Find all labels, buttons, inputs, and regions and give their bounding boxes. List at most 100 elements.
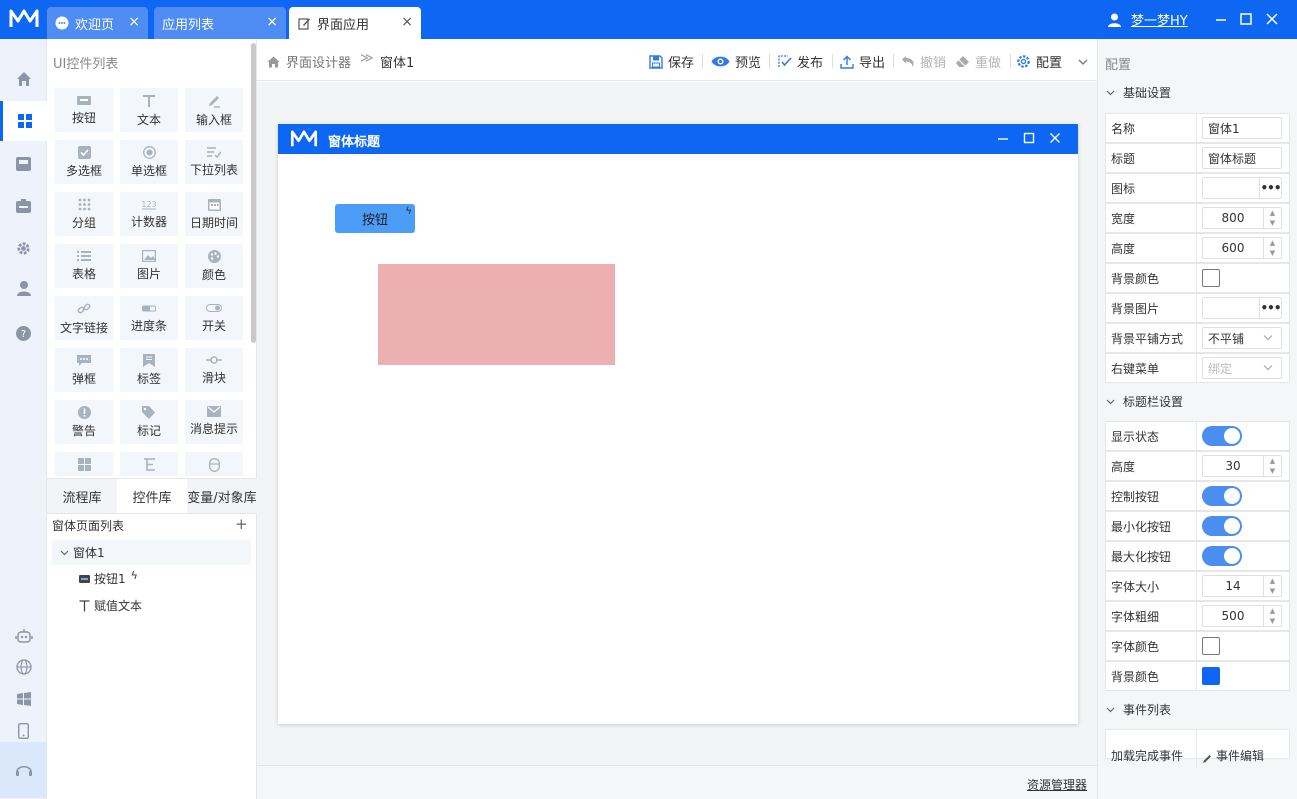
preview-button[interactable]: 预览 [711, 52, 761, 71]
save-button[interactable]: 保存 [649, 52, 694, 71]
control-text[interactable]: 文本 [120, 88, 178, 132]
close-icon[interactable]: × [128, 15, 140, 29]
add-page-button[interactable]: + [235, 515, 248, 533]
home-icon[interactable] [0, 59, 47, 99]
tab-ui-app[interactable]: 界面应用 × [289, 7, 421, 39]
spin-down-icon[interactable]: ▼ [1270, 587, 1275, 595]
help-icon[interactable]: ? [0, 313, 47, 353]
close-window-icon[interactable] [1265, 12, 1279, 26]
form-window[interactable]: 窗体标题 按钮 ϟ [278, 124, 1078, 724]
height-stepper[interactable]: 600 ▲ ▼ [1202, 237, 1282, 259]
tab-control-library[interactable]: 控件库 [117, 479, 187, 513]
config-button[interactable]: 配置 [1016, 52, 1093, 71]
tree-node-form1[interactable]: 窗体1 [52, 540, 251, 565]
form-shape[interactable] [378, 264, 615, 365]
control-counter[interactable]: 123 计数器 [120, 192, 178, 236]
section-titlebar[interactable]: 标题栏设置 [1098, 388, 1297, 414]
close-icon[interactable] [1049, 132, 1061, 144]
user-name[interactable]: 梦一梦HY [1131, 10, 1188, 29]
control-button[interactable]: 按钮 [55, 88, 113, 132]
control-mouse[interactable] [185, 452, 243, 476]
more-icon[interactable]: ••• [1259, 178, 1282, 198]
control-input[interactable]: 输入框 [185, 88, 243, 132]
control-progress[interactable]: 进度条 [120, 296, 178, 340]
control-dialog[interactable]: 弹框 [55, 348, 113, 392]
maximize-icon[interactable] [1023, 132, 1035, 144]
show-state-toggle[interactable] [1202, 426, 1242, 446]
control-switch[interactable]: 开关 [185, 296, 243, 340]
spin-up-icon[interactable]: ▲ [1270, 577, 1275, 585]
close-icon[interactable]: × [266, 15, 278, 29]
control-radio[interactable]: 单选框 [120, 140, 178, 184]
spinner[interactable]: ▲ ▼ [1263, 208, 1281, 228]
chevron-down-icon[interactable] [1078, 58, 1093, 66]
spinner[interactable]: ▲ ▼ [1263, 606, 1281, 626]
tab-flow-library[interactable]: 流程库 [47, 479, 117, 513]
control-link[interactable]: 文字链接 [55, 296, 113, 340]
user-icon[interactable] [0, 268, 47, 308]
spin-up-icon[interactable]: ▲ [1270, 209, 1275, 217]
spin-down-icon[interactable]: ▼ [1270, 219, 1275, 227]
font-size-stepper[interactable]: 14 ▲ ▼ [1202, 575, 1282, 597]
spin-up-icon[interactable]: ▲ [1270, 239, 1275, 247]
control-message[interactable]: 消息提示 [185, 400, 243, 444]
tab-variable-library[interactable]: 变量/对象库 [187, 479, 257, 513]
headset-icon[interactable] [0, 742, 47, 798]
font-weight-stepper[interactable]: 500 ▲ ▼ [1202, 605, 1282, 627]
section-events[interactable]: 事件列表 [1098, 696, 1297, 722]
spin-up-icon[interactable]: ▲ [1270, 607, 1275, 615]
control-layout[interactable] [55, 452, 113, 476]
title-input[interactable]: 窗体标题 [1202, 147, 1282, 169]
bg-color-swatch[interactable] [1202, 269, 1220, 287]
spin-down-icon[interactable]: ▼ [1270, 467, 1275, 475]
breadcrumb-root[interactable]: 界面设计器 [267, 52, 351, 71]
control-datetime[interactable]: 日期时间 [185, 192, 243, 236]
inbox-icon[interactable] [0, 144, 47, 184]
spinner[interactable]: ▲ ▼ [1263, 238, 1281, 258]
minimize-icon[interactable] [1214, 12, 1228, 26]
minimize-icon[interactable] [997, 132, 1009, 144]
titlebar-bg-color-swatch[interactable] [1202, 667, 1220, 685]
edit-event-button[interactable]: 事件编辑 [1197, 730, 1289, 768]
control-table[interactable]: 表格 [55, 244, 113, 288]
bg-image-picker[interactable]: ••• [1202, 297, 1282, 319]
tab-app-list[interactable]: 应用列表 × [154, 7, 286, 39]
close-icon[interactable]: × [401, 15, 413, 29]
grid-icon[interactable] [0, 101, 47, 141]
max-button-toggle[interactable] [1202, 546, 1242, 566]
name-input[interactable]: 窗体1 [1202, 117, 1282, 139]
tab-welcome[interactable]: 欢迎页 × [47, 7, 148, 39]
scrollbar[interactable] [251, 43, 256, 343]
icon-picker[interactable]: ••• [1202, 177, 1282, 199]
section-basic[interactable]: 基础设置 [1098, 79, 1297, 105]
titlebar-height-stepper[interactable]: 30 ▲ ▼ [1202, 455, 1282, 477]
more-icon[interactable]: ••• [1259, 298, 1282, 318]
control-checkbox[interactable]: 多选框 [55, 140, 113, 184]
control-buttons-toggle[interactable] [1202, 486, 1242, 506]
resource-manager-link[interactable]: 资源管理器 [1027, 776, 1087, 793]
form-button[interactable]: 按钮 ϟ [335, 204, 415, 233]
user-menu[interactable]: 梦一梦HY [1108, 10, 1188, 29]
redo-button[interactable]: 重做 [955, 52, 1001, 71]
control-image[interactable]: 图片 [120, 244, 178, 288]
tree-node-assign-text[interactable]: 赋值文本 [79, 597, 142, 614]
control-warning[interactable]: 警告 [55, 400, 113, 444]
export-button[interactable]: 导出 [840, 52, 885, 71]
control-group[interactable]: 分组 [55, 192, 113, 236]
spin-up-icon[interactable]: ▲ [1270, 457, 1275, 465]
spin-down-icon[interactable]: ▼ [1270, 249, 1275, 257]
publish-button[interactable]: 发布 [778, 52, 823, 71]
context-menu-select[interactable]: 绑定 [1202, 357, 1282, 379]
control-label-widget[interactable]: 标签 [120, 348, 178, 392]
width-stepper[interactable]: 800 ▲ ▼ [1202, 207, 1282, 229]
spin-down-icon[interactable]: ▼ [1270, 617, 1275, 625]
tree-node-button1[interactable]: 按钮1 ϟ [79, 569, 138, 587]
undo-button[interactable]: 撤销 [901, 52, 946, 71]
briefcase-icon[interactable] [0, 186, 47, 226]
maximize-icon[interactable] [1239, 12, 1253, 26]
gear-icon[interactable] [0, 228, 47, 268]
bg-tile-select[interactable]: 不平铺 [1202, 327, 1282, 349]
spinner[interactable]: ▲ ▼ [1263, 456, 1281, 476]
design-canvas[interactable]: 窗体标题 按钮 ϟ [257, 82, 1097, 765]
control-slider[interactable]: 滑块 [185, 348, 243, 392]
